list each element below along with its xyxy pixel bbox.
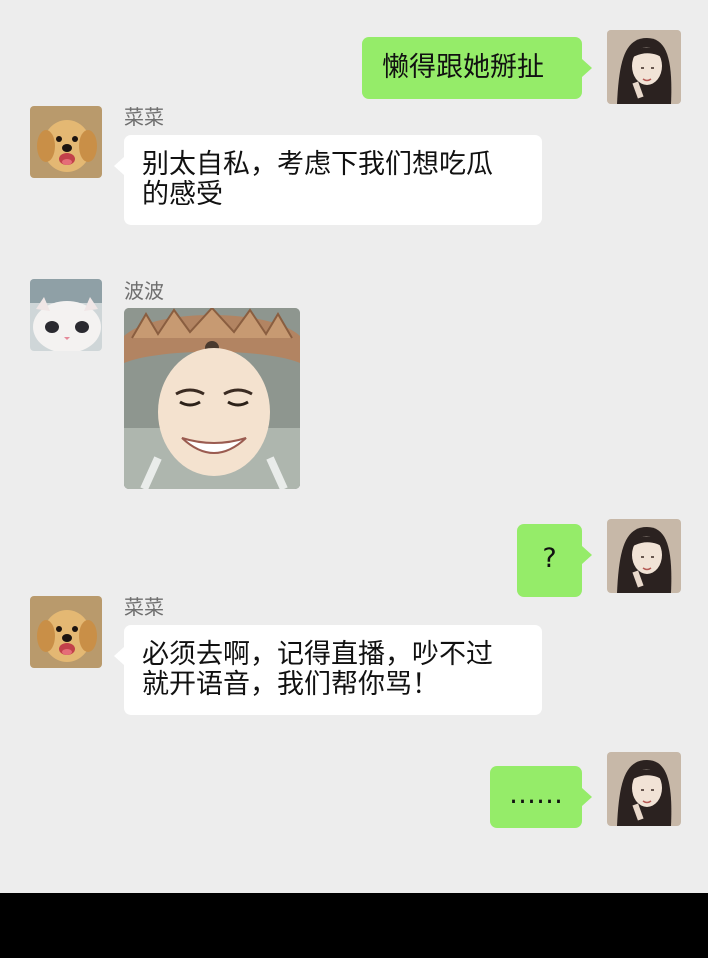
user-avatar-woman[interactable] — [607, 752, 681, 826]
contact-avatar-cat[interactable] — [30, 279, 102, 351]
contact-avatar-dog[interactable] — [30, 106, 102, 178]
outgoing-message-bubble[interactable]: …… — [490, 766, 592, 828]
user-avatar-woman[interactable] — [607, 519, 681, 593]
chat-area: 懒得跟她掰扯 菜菜 别太自私，考虑下我们想吃瓜 的感受 波波 ? 菜菜 必须去啊… — [0, 0, 708, 893]
sender-name: 波波 — [124, 279, 164, 303]
bottom-black-bar — [0, 893, 708, 958]
incoming-message-bubble[interactable]: 必须去啊，记得直播，吵不过 就开语音，我们帮你骂！ — [114, 625, 542, 715]
incoming-message-bubble[interactable]: 别太自私，考虑下我们想吃瓜 的感受 — [114, 135, 542, 225]
sender-name: 菜菜 — [124, 595, 164, 619]
user-avatar-woman[interactable] — [607, 30, 681, 104]
contact-avatar-dog[interactable] — [30, 596, 102, 668]
outgoing-message-bubble[interactable]: ? — [517, 524, 592, 597]
grinning-deity-statue-sticker[interactable] — [124, 308, 300, 489]
outgoing-message-bubble[interactable]: 懒得跟她掰扯 — [362, 37, 592, 99]
sender-name: 菜菜 — [124, 105, 164, 129]
